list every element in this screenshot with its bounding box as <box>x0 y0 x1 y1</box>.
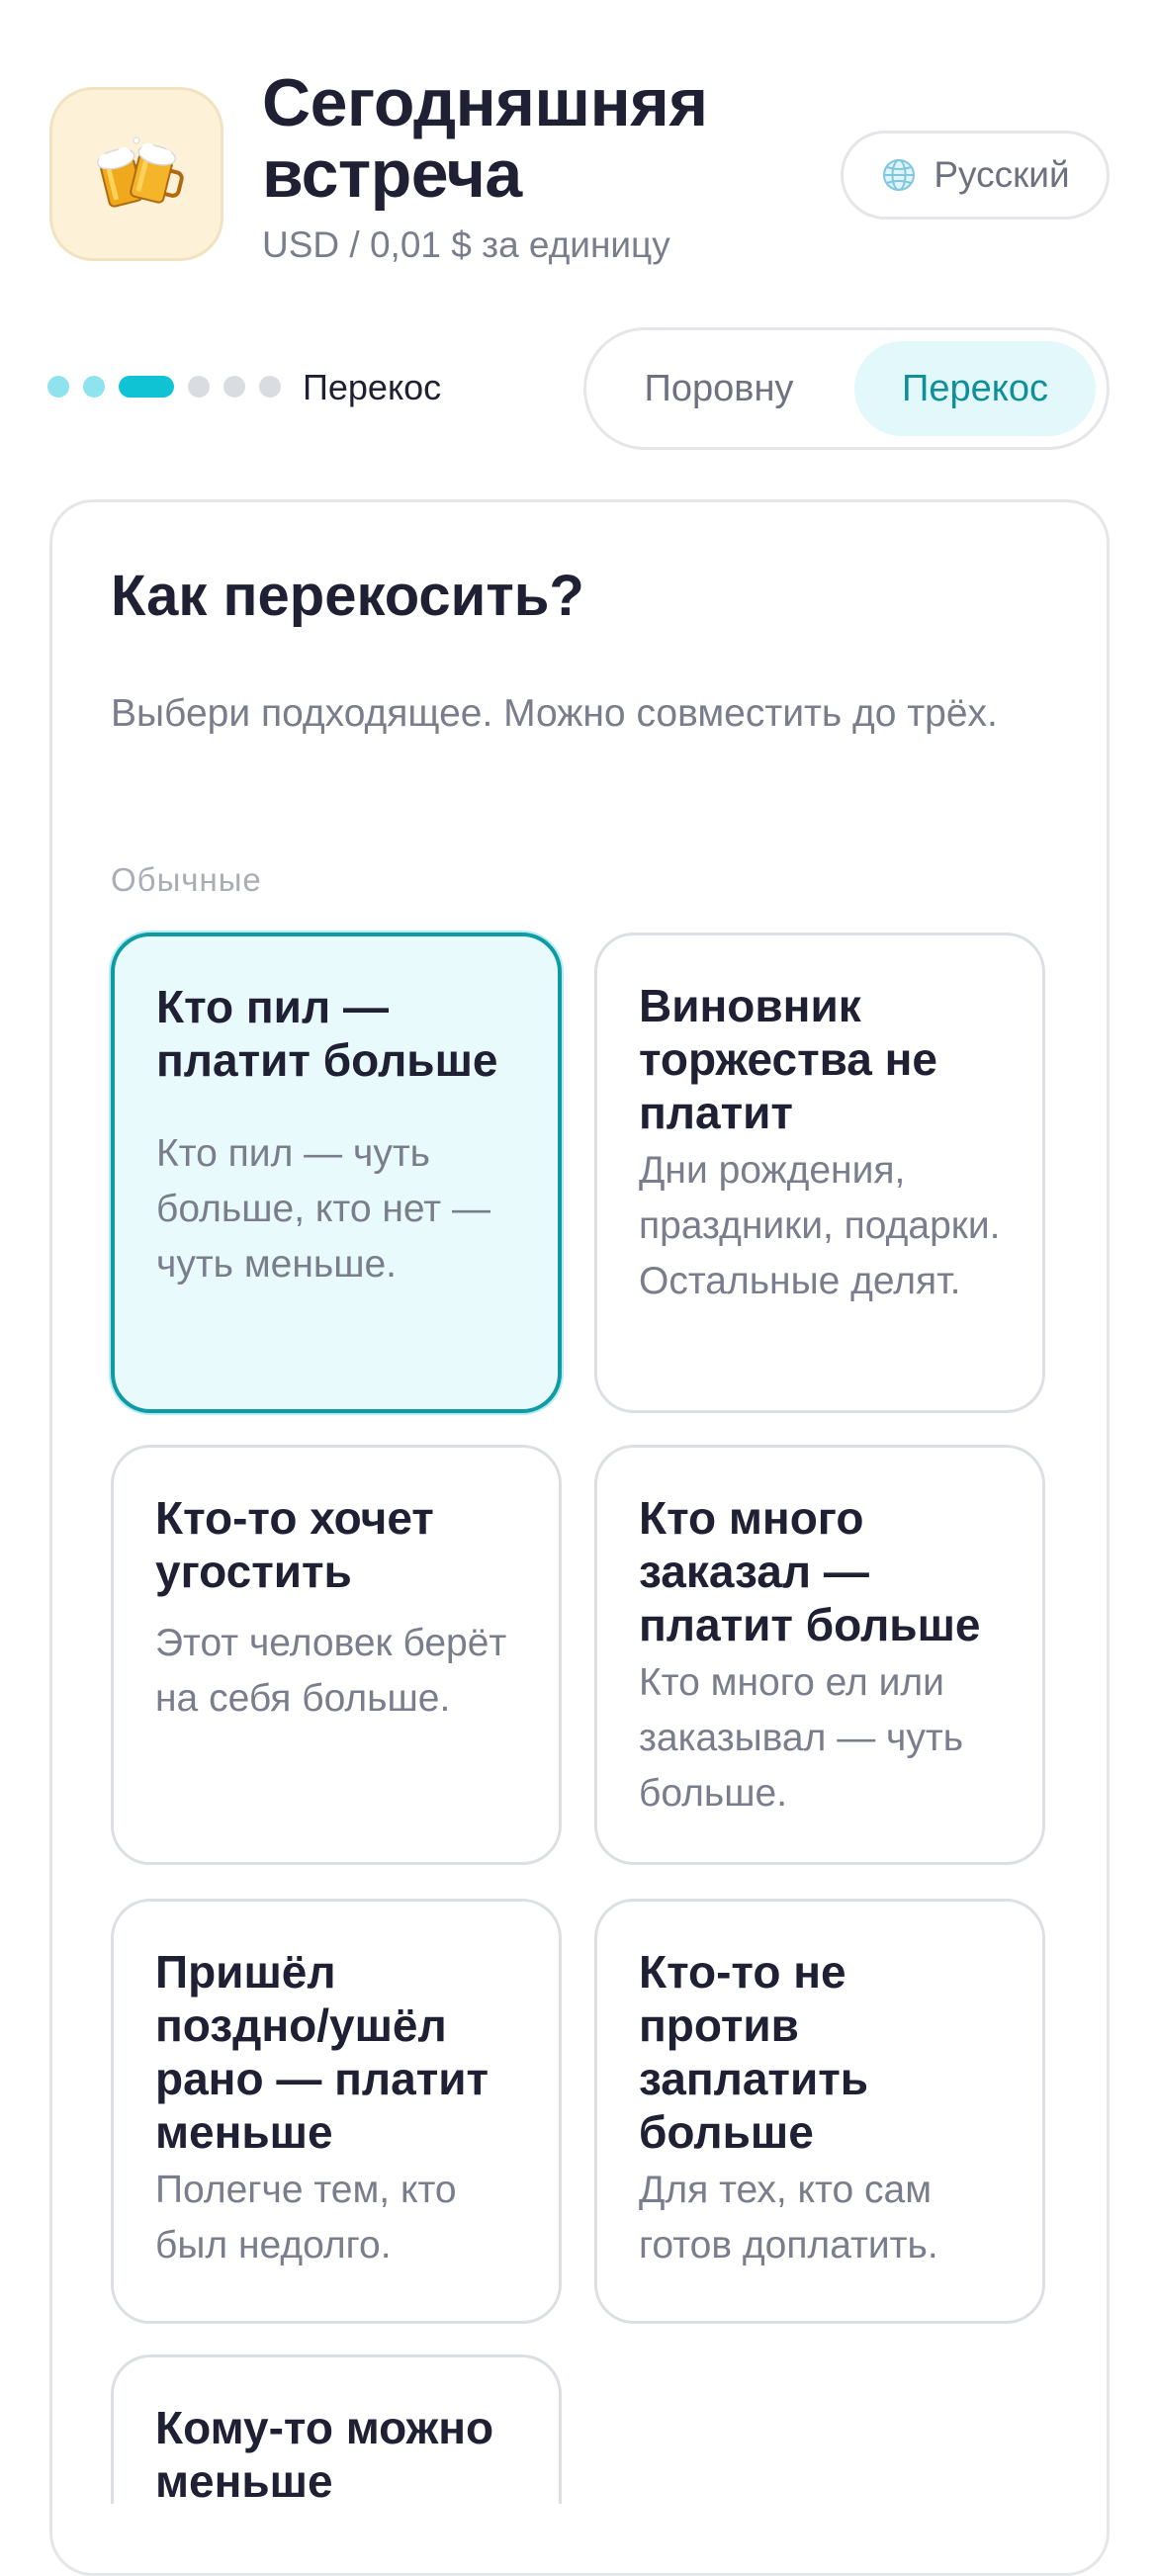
option-title: Виновник торжества не платит <box>639 980 938 1138</box>
step-dot <box>47 376 69 398</box>
step-label: Перекос <box>303 367 442 407</box>
option-willing-to-pay-more[interactable]: Кто-то не против заплатить больше Для те… <box>594 1899 1045 2324</box>
step-dot <box>83 376 105 398</box>
option-big-order-pays-more[interactable]: Кто много заказал — платит больше Кто мн… <box>594 1445 1045 1865</box>
option-description: Для тех, кто сам готов доплатить. <box>639 2169 938 2266</box>
option-description: Полегче тем, кто был недолго. <box>155 2169 457 2266</box>
group-label: Обычные <box>111 861 262 898</box>
step-dot <box>188 376 210 398</box>
globe-icon <box>883 159 916 191</box>
step-progress <box>47 372 281 401</box>
option-title: Кто много заказал — платит больше <box>639 1492 981 1650</box>
step-dot-current <box>119 376 174 398</box>
step-dot <box>223 376 245 398</box>
option-guest-of-honor-free[interactable]: Виновник торжества не платит Дни рождени… <box>594 933 1045 1413</box>
language-label: Русский <box>934 154 1070 195</box>
beer-mugs-icon <box>96 136 184 208</box>
header: Сегодняшняя встреча USD / 0,01 $ за един… <box>0 0 1157 297</box>
option-description: Дни рождения, праздники, подарки. Осталь… <box>639 1149 1001 1302</box>
option-title: Пришёл поздно/ушёл рано — платит меньше <box>155 1946 490 2158</box>
option-title: Кто-то не против заплатить больше <box>639 1946 869 2158</box>
option-title: Кто-то хочет угостить <box>155 1492 434 1597</box>
option-title: Кому-то можно меньше <box>155 2402 494 2507</box>
step-dot <box>259 376 281 398</box>
panel-title: Как перекосить? <box>111 564 584 628</box>
option-drinkers-pay-more[interactable]: Кто пил — платит больше Кто пил — чуть б… <box>111 933 562 1413</box>
option-someone-pays-less[interactable]: Кому-то можно меньше <box>111 2354 562 2507</box>
option-description: Кто пил — чуть больше, кто нет — чуть ме… <box>156 1132 490 1286</box>
mode-skew-button[interactable]: Перекос <box>854 341 1096 436</box>
option-description: Этот человек берёт на себя больше. <box>155 1622 507 1720</box>
option-title: Кто пил — платит больше <box>156 981 498 1086</box>
app-icon <box>49 87 223 261</box>
page-title: Сегодняшняя встреча <box>262 65 708 212</box>
panel-description: Выбери подходящее. Можно совместить до т… <box>111 692 998 735</box>
split-mode-switch: Поровну Перекос <box>583 327 1110 450</box>
option-description: Кто много ел или заказывал — чуть больше… <box>639 1661 964 1815</box>
option-late-or-early-pays-less[interactable]: Пришёл поздно/ушёл рано — платит меньше … <box>111 1899 562 2324</box>
option-someone-treats[interactable]: Кто-то хочет угостить Этот человек берёт… <box>111 1445 562 1865</box>
language-button[interactable]: Русский <box>841 131 1110 220</box>
currency-subtitle: USD / 0,01 $ за единицу <box>262 224 670 265</box>
mode-equal-button[interactable]: Поровну <box>597 341 841 436</box>
